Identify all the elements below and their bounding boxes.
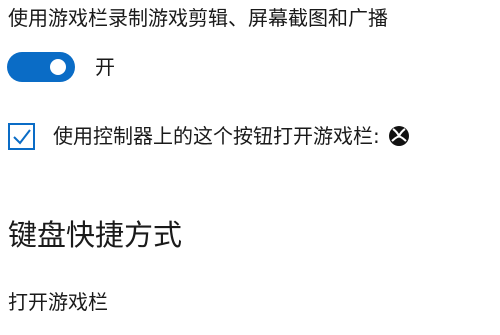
- game-bar-toggle-switch[interactable]: [7, 52, 75, 82]
- controller-button-checkbox[interactable]: [8, 122, 35, 150]
- keyboard-shortcuts-heading: 键盘快捷方式: [8, 218, 183, 252]
- game-bar-settings-page: 使用游戏栏录制游戏剪辑、屏幕截图和广播 开 使用控制器上的这个按钮打开游戏栏: …: [0, 0, 500, 335]
- controller-button-option-label: 使用控制器上的这个按钮打开游戏栏:: [53, 124, 380, 148]
- game-bar-record-setting-label: 使用游戏栏录制游戏剪辑、屏幕截图和广播: [8, 6, 388, 30]
- toggle-state-label: 开: [95, 55, 115, 79]
- controller-button-option-row: 使用控制器上的这个按钮打开游戏栏:: [8, 122, 410, 150]
- toggle-knob: [50, 59, 66, 75]
- game-bar-toggle-row: 开: [7, 52, 115, 82]
- xbox-icon: [388, 125, 410, 147]
- open-game-bar-shortcut-label: 打开游戏栏: [8, 290, 108, 314]
- checkmark-icon: [13, 128, 31, 145]
